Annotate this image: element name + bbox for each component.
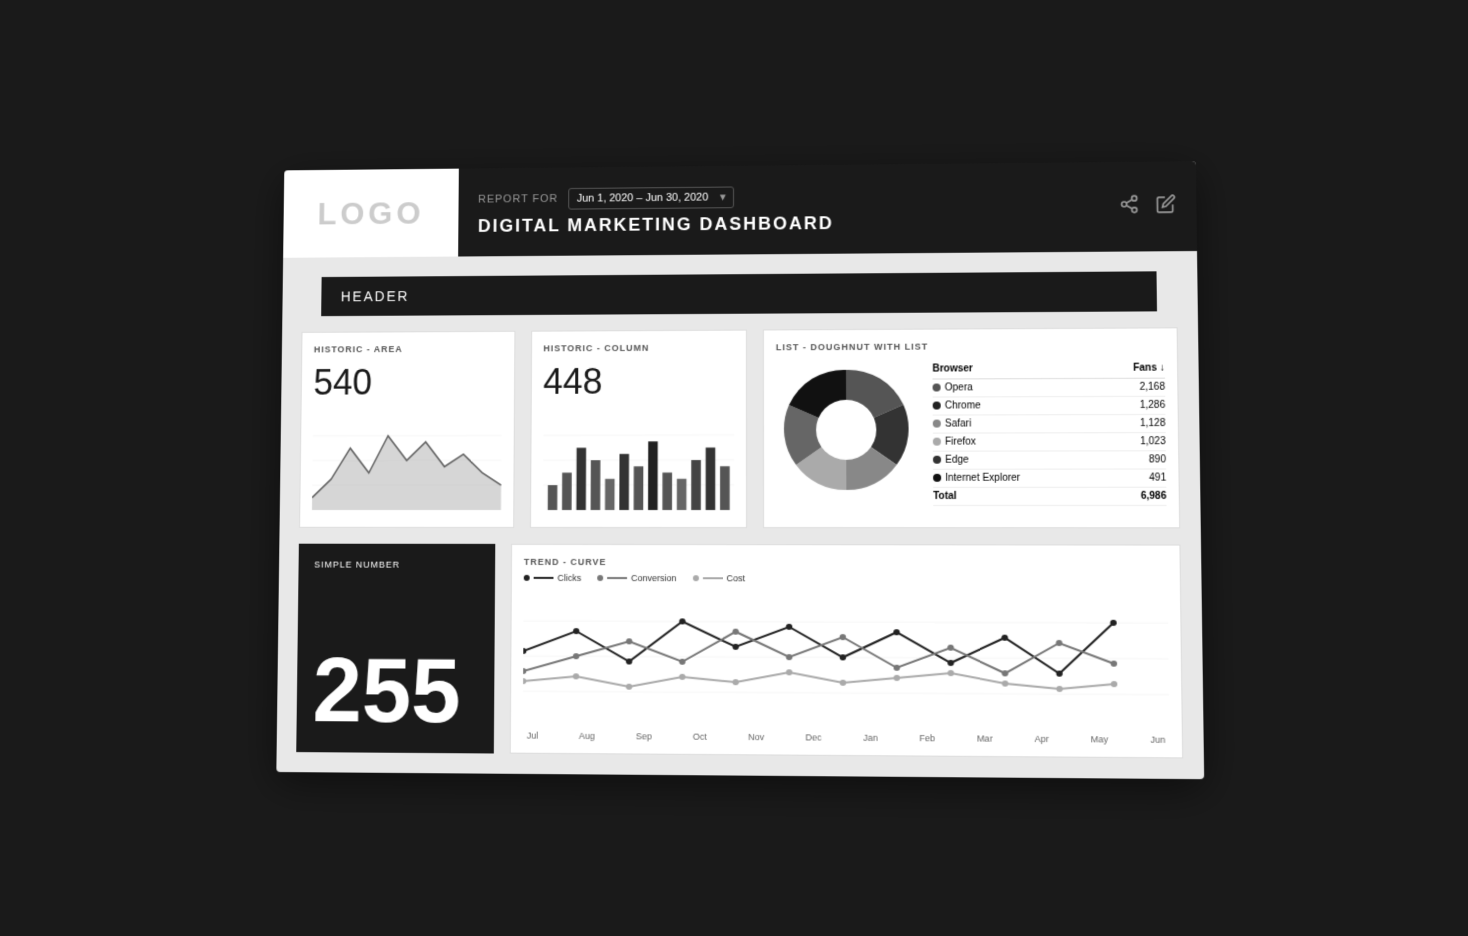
x-axis-label: Mar — [977, 733, 993, 743]
chart-doughnut-title: LIST - DOUGHNUT WITH LIST — [776, 340, 1165, 352]
header-right: REPORT FOR Jun 1, 2020 – Jun 30, 2020 ▼ … — [458, 161, 1197, 256]
cost-legend-dot — [692, 575, 698, 581]
browser-fans: 1,286 — [1103, 396, 1165, 414]
chart-area-title: HISTORIC - AREA — [314, 344, 502, 355]
simple-number-value: 255 — [312, 646, 479, 737]
header-bar: LOGO REPORT FOR Jun 1, 2020 – Jun 30, 20… — [283, 161, 1197, 258]
browser-fans: 1,023 — [1103, 433, 1165, 451]
fans-col-header: Fans ↓ — [1103, 359, 1165, 379]
cost-legend-line — [702, 577, 722, 579]
x-axis-label: Jul — [527, 731, 539, 741]
browser-dot — [933, 456, 941, 464]
conversion-legend-dot — [597, 575, 603, 581]
x-axis-label: Apr — [1034, 734, 1048, 744]
chart-column-title: HISTORIC - COLUMN — [543, 343, 734, 354]
legend-row: Clicks Conversion Cost — [524, 573, 1168, 584]
charts-row-2: SIMPLE NUMBER 255 TREND - CURVE Clicks C… — [296, 544, 1183, 759]
x-axis-label: Jan — [863, 733, 878, 743]
header-icons — [1119, 194, 1176, 219]
conversion-legend-label: Conversion — [631, 573, 676, 583]
browser-fans: 2,168 — [1103, 378, 1165, 396]
table-row: Chrome 1,286 — [933, 396, 1166, 415]
edit-icon — [1156, 194, 1177, 214]
column-chart-svg — [542, 410, 734, 510]
browser-dot — [933, 384, 941, 392]
logo: LOGO — [317, 195, 424, 232]
x-axis-label: Oct — [693, 732, 707, 742]
legend-conversion: Conversion — [597, 573, 676, 583]
charts-row-1: HISTORIC - AREA 540 HISTORIC - COLUMN 44… — [299, 327, 1180, 528]
browser-dot — [933, 474, 941, 482]
share-button[interactable] — [1119, 194, 1140, 219]
total-value: 6,986 — [1104, 487, 1167, 505]
chart-area-value: 540 — [313, 361, 502, 403]
browser-dot — [933, 402, 941, 410]
trend-curve-svg — [523, 591, 1169, 726]
browser-col-header: Browser — [932, 359, 1102, 379]
x-axis-label: Nov — [748, 732, 764, 742]
browser-name: Safari — [933, 415, 1104, 434]
legend-clicks: Clicks — [524, 573, 582, 583]
chart-doughnut-card: LIST - DOUGHNUT WITH LIST — [763, 327, 1180, 528]
browser-name: Chrome — [933, 396, 1104, 415]
clicks-legend-dot — [524, 575, 530, 581]
x-axis-label: Aug — [579, 731, 595, 741]
browser-name: Opera — [933, 378, 1104, 397]
clicks-legend-line — [534, 577, 554, 579]
total-label: Total — [933, 487, 1104, 505]
x-axis-label: Sep — [636, 731, 652, 741]
browser-name: Firefox — [933, 433, 1104, 451]
doughnut-table: Browser Fans ↓ Opera 2,168 Chrom — [932, 359, 1166, 506]
cost-legend-label: Cost — [727, 573, 746, 583]
dashboard-container: LOGO REPORT FOR Jun 1, 2020 – Jun 30, 20… — [276, 161, 1204, 779]
logo-area: LOGO — [283, 169, 459, 258]
doughnut-svg-wrap — [776, 360, 917, 505]
trend-curve-title: TREND - CURVE — [524, 557, 1168, 568]
browser-name: Edge — [933, 451, 1104, 469]
legend-cost: Cost — [692, 573, 745, 583]
section-header-label: HEADER — [341, 288, 410, 304]
browser-dot — [933, 438, 941, 446]
x-axis-label: Jun — [1150, 735, 1165, 745]
clicks-legend-label: Clicks — [557, 573, 581, 583]
trend-curve-card: TREND - CURVE Clicks Conversion — [510, 544, 1183, 759]
browser-name: Internet Explorer — [933, 469, 1104, 487]
share-icon — [1119, 194, 1140, 214]
x-axis-label: Dec — [805, 732, 821, 742]
browser-fans: 491 — [1104, 469, 1167, 487]
edit-button[interactable] — [1156, 194, 1177, 219]
table-row: Safari 1,128 — [933, 414, 1166, 433]
report-for-row: REPORT FOR Jun 1, 2020 – Jun 30, 2020 ▼ — [478, 182, 1176, 210]
report-for-label: REPORT FOR — [478, 193, 558, 205]
x-axis-label: May — [1091, 734, 1109, 744]
date-dropdown-wrapper[interactable]: Jun 1, 2020 – Jun 30, 2020 ▼ — [568, 186, 734, 209]
conversion-legend-line — [607, 577, 627, 579]
simple-number-card: SIMPLE NUMBER 255 — [296, 544, 495, 754]
table-row: Internet Explorer 491 — [933, 469, 1166, 487]
simple-number-title: SIMPLE NUMBER — [314, 560, 479, 570]
section-header: HEADER — [321, 271, 1157, 316]
table-row: Firefox 1,023 — [933, 433, 1166, 452]
dashboard-title: DIGITAL MARKETING DASHBOARD — [478, 210, 1177, 237]
table-row: Edge 890 — [933, 451, 1166, 469]
chart-area-card: HISTORIC - AREA 540 — [299, 331, 515, 528]
area-chart-svg — [312, 411, 502, 510]
date-range-select[interactable]: Jun 1, 2020 – Jun 30, 2020 — [568, 186, 734, 209]
chart-column-value: 448 — [543, 360, 734, 402]
browser-fans: 890 — [1104, 451, 1166, 469]
doughnut-chart-svg — [776, 360, 917, 500]
doughnut-content: Browser Fans ↓ Opera 2,168 Chrom — [776, 359, 1167, 516]
browser-fans: 1,128 — [1103, 414, 1165, 432]
chart-column-card: HISTORIC - COLUMN 448 — [529, 330, 747, 528]
table-row: Opera 2,168 — [933, 378, 1166, 397]
x-axis-labels: Jul Aug Sep Oct Nov Dec Jan Feb Mar Apr May Jun — [523, 730, 1170, 744]
x-axis-label: Feb — [919, 733, 935, 743]
browser-dot — [933, 420, 941, 428]
main-content: HEADER HISTORIC - AREA 540 — [276, 271, 1204, 779]
